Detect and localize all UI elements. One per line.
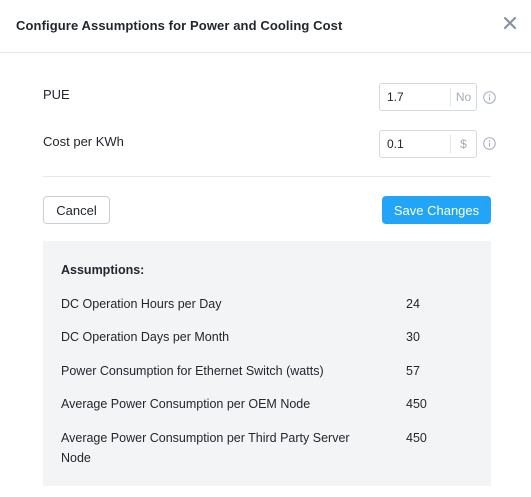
divider [43,176,491,177]
assumption-value: 57 [406,364,420,378]
assumption-label: Power Consumption for Ethernet Switch (w… [61,364,324,378]
save-changes-button[interactable]: Save Changes [382,196,491,224]
assumption-value: 450 [406,431,427,445]
assumption-value: 450 [406,397,427,411]
close-icon[interactable] [502,15,518,31]
info-icon[interactable] [483,137,496,150]
assumptions-title: Assumptions: [61,263,145,277]
dialog-title: Configure Assumptions for Power and Cool… [16,18,343,33]
cost-per-kwh-input[interactable] [380,131,450,157]
cost-unit: $ [450,135,476,153]
assumption-value: 24 [406,297,420,311]
pue-field: No [379,83,477,111]
cost-per-kwh-field: $ [379,130,477,158]
assumption-label: DC Operation Hours per Day [61,297,222,311]
cancel-button[interactable]: Cancel [43,196,110,224]
configure-assumptions-dialog: Configure Assumptions for Power and Cool… [0,0,531,497]
assumptions-panel: Assumptions: DC Operation Hours per Day … [43,241,491,486]
pue-input[interactable] [380,84,450,110]
cost-per-kwh-label: Cost per KWh [43,134,124,149]
dialog-header: Configure Assumptions for Power and Cool… [0,0,531,53]
assumption-label: DC Operation Days per Month [61,330,230,344]
pue-label: PUE [43,87,70,102]
info-icon[interactable] [483,91,496,104]
assumption-label: Average Power Consumption per Third Part… [61,431,350,465]
assumption-value: 30 [406,330,420,344]
pue-unit: No [450,88,476,106]
assumption-label: Average Power Consumption per OEM Node [61,397,311,411]
